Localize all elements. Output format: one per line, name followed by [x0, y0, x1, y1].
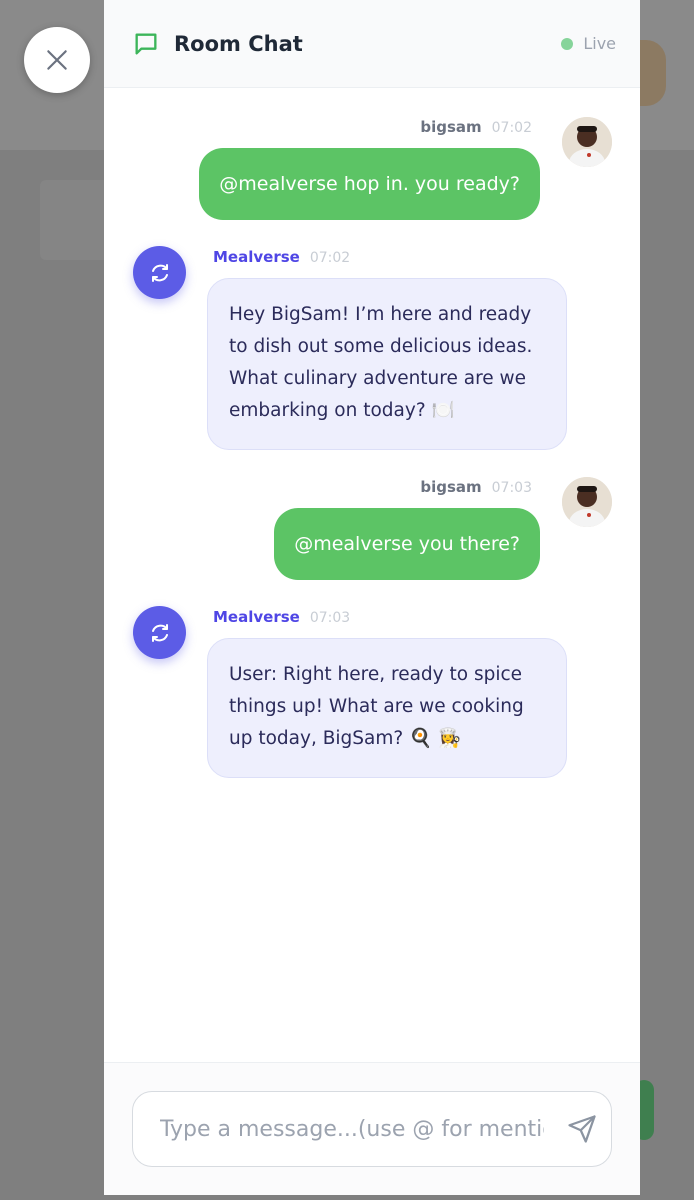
send-icon	[568, 1115, 596, 1143]
live-label: Live	[583, 34, 616, 53]
user-message-bubble: @mealverse you there?	[274, 508, 540, 580]
message-input[interactable]	[160, 1116, 544, 1142]
close-button[interactable]	[24, 27, 90, 93]
bot-message-bubble: Hey BigSam! I’m here and ready to dish o…	[207, 278, 567, 450]
message-time: 07:03	[491, 480, 532, 496]
sender-name: Mealverse	[213, 248, 300, 266]
user-avatar[interactable]	[562, 477, 612, 527]
chat-bubble-icon	[132, 30, 160, 58]
message-time: 07:02	[491, 120, 532, 136]
message-time: 07:03	[309, 610, 351, 626]
message-input-box[interactable]	[132, 1091, 612, 1167]
message-time: 07:02	[309, 250, 351, 266]
live-dot	[561, 37, 574, 50]
message-meta: bigsam 07:02	[420, 118, 532, 136]
composer	[104, 1062, 640, 1195]
bot-message-bubble: User: Right here, ready to spice things …	[207, 638, 567, 778]
sender-name: Mealverse	[213, 608, 300, 626]
room-chat-panel: Room Chat Live bigsam 07:02 @mealverse h…	[104, 0, 640, 1195]
live-status: Live	[561, 34, 616, 53]
close-icon	[47, 50, 67, 70]
bot-avatar	[133, 246, 186, 299]
chat-title: Room Chat	[174, 31, 303, 56]
message-meta: Mealverse 07:03	[213, 608, 350, 626]
bot-avatar	[133, 606, 186, 659]
sender-name: bigsam	[420, 478, 482, 496]
chat-header: Room Chat Live	[104, 0, 640, 88]
message-meta: bigsam 07:03	[420, 478, 532, 496]
message-meta: Mealverse 07:02	[213, 248, 350, 266]
refresh-icon	[151, 623, 168, 642]
user-message-bubble: @mealverse hop in. you ready?	[199, 148, 540, 220]
user-avatar[interactable]	[562, 117, 612, 167]
message-list[interactable]: bigsam 07:02 @mealverse hop in. you read…	[104, 88, 640, 1062]
refresh-icon	[151, 263, 168, 282]
sender-name: bigsam	[420, 118, 482, 136]
send-button[interactable]	[565, 1112, 599, 1146]
